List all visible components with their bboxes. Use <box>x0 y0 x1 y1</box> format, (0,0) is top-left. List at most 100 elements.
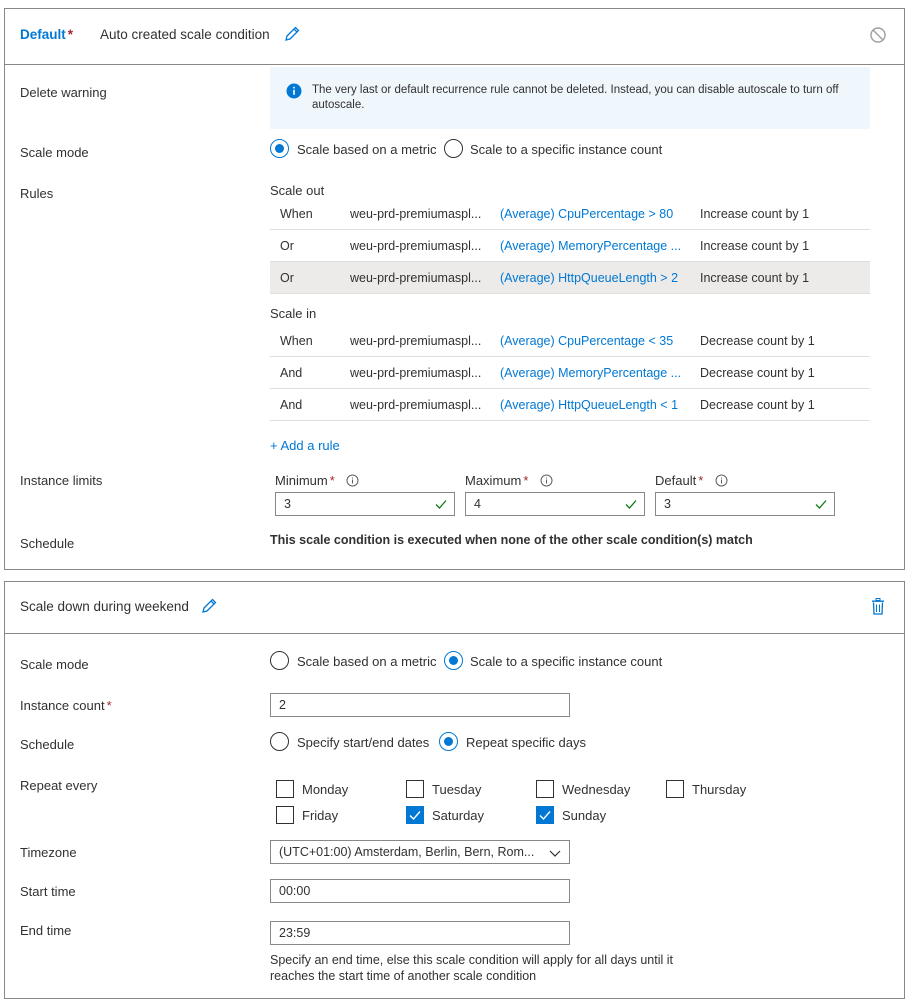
schedule-text: This scale condition is executed when no… <box>270 533 753 547</box>
rule-resource: weu-prd-premiumaspl... <box>350 239 482 253</box>
rule-action: Increase count by 1 <box>700 271 810 285</box>
valid-check-icon <box>814 497 828 514</box>
info-circle-icon <box>346 474 359 490</box>
rule-metric-link[interactable]: (Average) HttpQueueLength < 1 <box>500 398 678 412</box>
checkbox-friday-label: Friday <box>302 808 339 823</box>
default-badge: Default * <box>20 27 74 42</box>
instance-limits-label: Instance limits <box>20 473 103 488</box>
schedule-label: Schedule <box>20 737 75 752</box>
checkbox-sunday[interactable] <box>536 806 554 824</box>
checkbox-thursday-label: Thursday <box>692 782 747 797</box>
info-circle-icon <box>715 474 728 490</box>
timezone-label: Timezone <box>20 845 77 860</box>
radio-scale-metric[interactable] <box>270 651 289 670</box>
instance-count-input[interactable]: 2 <box>270 693 570 717</box>
minimum-input[interactable]: 3 <box>275 492 455 516</box>
edit-pencil-icon[interactable] <box>283 25 301 46</box>
rule-resource: weu-prd-premiumaspl... <box>350 366 482 380</box>
default-condition-header: Default * Auto created scale condition <box>5 9 904 65</box>
minimum-label: Minimum * <box>275 473 359 490</box>
rule-metric-link[interactable]: (Average) CpuPercentage < 35 <box>500 334 673 348</box>
checkmark-icon <box>539 811 551 821</box>
delete-trash-icon[interactable] <box>871 598 885 618</box>
checkbox-wednesday-label: Wednesday <box>562 782 631 797</box>
radio-start-end-dates[interactable] <box>270 732 289 751</box>
rule-resource: weu-prd-premiumaspl... <box>350 334 482 348</box>
maximum-input[interactable]: 4 <box>465 492 645 516</box>
valid-check-icon <box>434 497 448 514</box>
edit-pencil-icon[interactable] <box>200 597 218 618</box>
end-time-input[interactable]: 23:59 <box>270 921 570 945</box>
start-time-label: Start time <box>20 884 76 899</box>
scale-mode-label: Scale mode <box>20 145 89 160</box>
rule-action: Decrease count by 1 <box>700 366 815 380</box>
scale-in-rule-row[interactable]: And weu-prd-premiumaspl... (Average) Mem… <box>270 357 870 389</box>
scale-in-rule-row[interactable]: When weu-prd-premiumaspl... (Average) Cp… <box>270 325 870 357</box>
radio-scale-metric-label: Scale based on a metric <box>297 654 437 669</box>
rule-op: And <box>280 366 303 380</box>
checkbox-saturday[interactable] <box>406 806 424 824</box>
radio-scale-instance-count[interactable] <box>444 139 463 158</box>
checkbox-saturday-label: Saturday <box>432 808 485 823</box>
rules-label: Rules <box>20 186 54 201</box>
checkmark-icon <box>409 811 421 821</box>
delete-warning-box: The very last or default recurrence rule… <box>270 67 870 129</box>
radio-start-end-dates-label: Specify start/end dates <box>297 735 430 750</box>
rule-op: Or <box>280 271 294 285</box>
radio-scale-instance-count[interactable] <box>444 651 463 670</box>
scale-in-rule-row[interactable]: And weu-prd-premiumaspl... (Average) Htt… <box>270 389 870 421</box>
scale-out-title: Scale out <box>270 183 325 198</box>
scale-out-rule-row[interactable]: Or weu-prd-premiumaspl... (Average) Memo… <box>270 230 870 262</box>
rule-metric-link[interactable]: (Average) MemoryPercentage ... <box>500 366 681 380</box>
start-time-input[interactable]: 00:00 <box>270 879 570 903</box>
scale-out-rule-row[interactable]: When weu-prd-premiumaspl... (Average) Cp… <box>270 198 870 230</box>
rule-resource: weu-prd-premiumaspl... <box>350 207 482 221</box>
weekend-condition-header: Scale down during weekend <box>5 582 904 634</box>
end-time-hint: Specify an end time, else this scale con… <box>270 953 673 983</box>
scale-in-title: Scale in <box>270 306 317 321</box>
radio-repeat-days[interactable] <box>439 732 458 751</box>
rule-op: When <box>280 207 313 221</box>
repeat-every-label: Repeat every <box>20 778 98 793</box>
rule-resource: weu-prd-premiumaspl... <box>350 398 482 412</box>
checkbox-wednesday[interactable] <box>536 780 554 798</box>
radio-scale-instance-count-label: Scale to a specific instance count <box>470 654 663 669</box>
checkbox-sunday-label: Sunday <box>562 808 607 823</box>
rule-metric-link[interactable]: (Average) CpuPercentage > 80 <box>500 207 673 221</box>
rule-action: Increase count by 1 <box>700 207 810 221</box>
rule-resource: weu-prd-premiumaspl... <box>350 271 482 285</box>
delete-warning-text: The very last or default recurrence rule… <box>312 84 839 111</box>
rule-action: Decrease count by 1 <box>700 334 815 348</box>
checkbox-tuesday[interactable] <box>406 780 424 798</box>
scale-out-rule-row[interactable]: Or weu-prd-premiumaspl... (Average) Http… <box>270 262 870 294</box>
checkbox-monday-label: Monday <box>302 782 349 797</box>
rule-op: When <box>280 334 313 348</box>
condition-title: Auto created scale condition <box>100 27 270 42</box>
chevron-down-icon <box>549 847 561 861</box>
weekend-condition-title: Scale down during weekend <box>20 599 189 614</box>
radio-scale-metric[interactable] <box>270 139 289 158</box>
add-rule-link[interactable]: + Add a rule <box>270 438 340 453</box>
checkbox-tuesday-label: Tuesday <box>432 782 482 797</box>
checkbox-monday[interactable] <box>276 780 294 798</box>
instance-count-label: Instance count * <box>20 698 112 713</box>
radio-scale-metric-label: Scale based on a metric <box>297 142 437 157</box>
weekend-condition-card: Scale down during weekend Scale mode Sca… <box>4 581 905 999</box>
disable-icon[interactable] <box>869 26 887 47</box>
info-icon <box>286 83 302 102</box>
maximum-label: Maximum * <box>465 473 553 490</box>
checkbox-friday[interactable] <box>276 806 294 824</box>
default-input[interactable]: 3 <box>655 492 835 516</box>
checkbox-thursday[interactable] <box>666 780 684 798</box>
end-time-label: End time <box>20 923 72 938</box>
rule-op: Or <box>280 239 294 253</box>
rule-metric-link[interactable]: (Average) MemoryPercentage ... <box>500 239 681 253</box>
rule-metric-link[interactable]: (Average) HttpQueueLength > 2 <box>500 271 678 285</box>
rule-op: And <box>280 398 303 412</box>
delete-warning-label: Delete warning <box>20 85 107 100</box>
info-circle-icon <box>540 474 553 490</box>
radio-scale-instance-count-label: Scale to a specific instance count <box>470 142 663 157</box>
schedule-label: Schedule <box>20 536 75 551</box>
default-label: Default * <box>655 473 728 490</box>
timezone-dropdown[interactable]: (UTC+01:00) Amsterdam, Berlin, Bern, Rom… <box>270 840 570 864</box>
